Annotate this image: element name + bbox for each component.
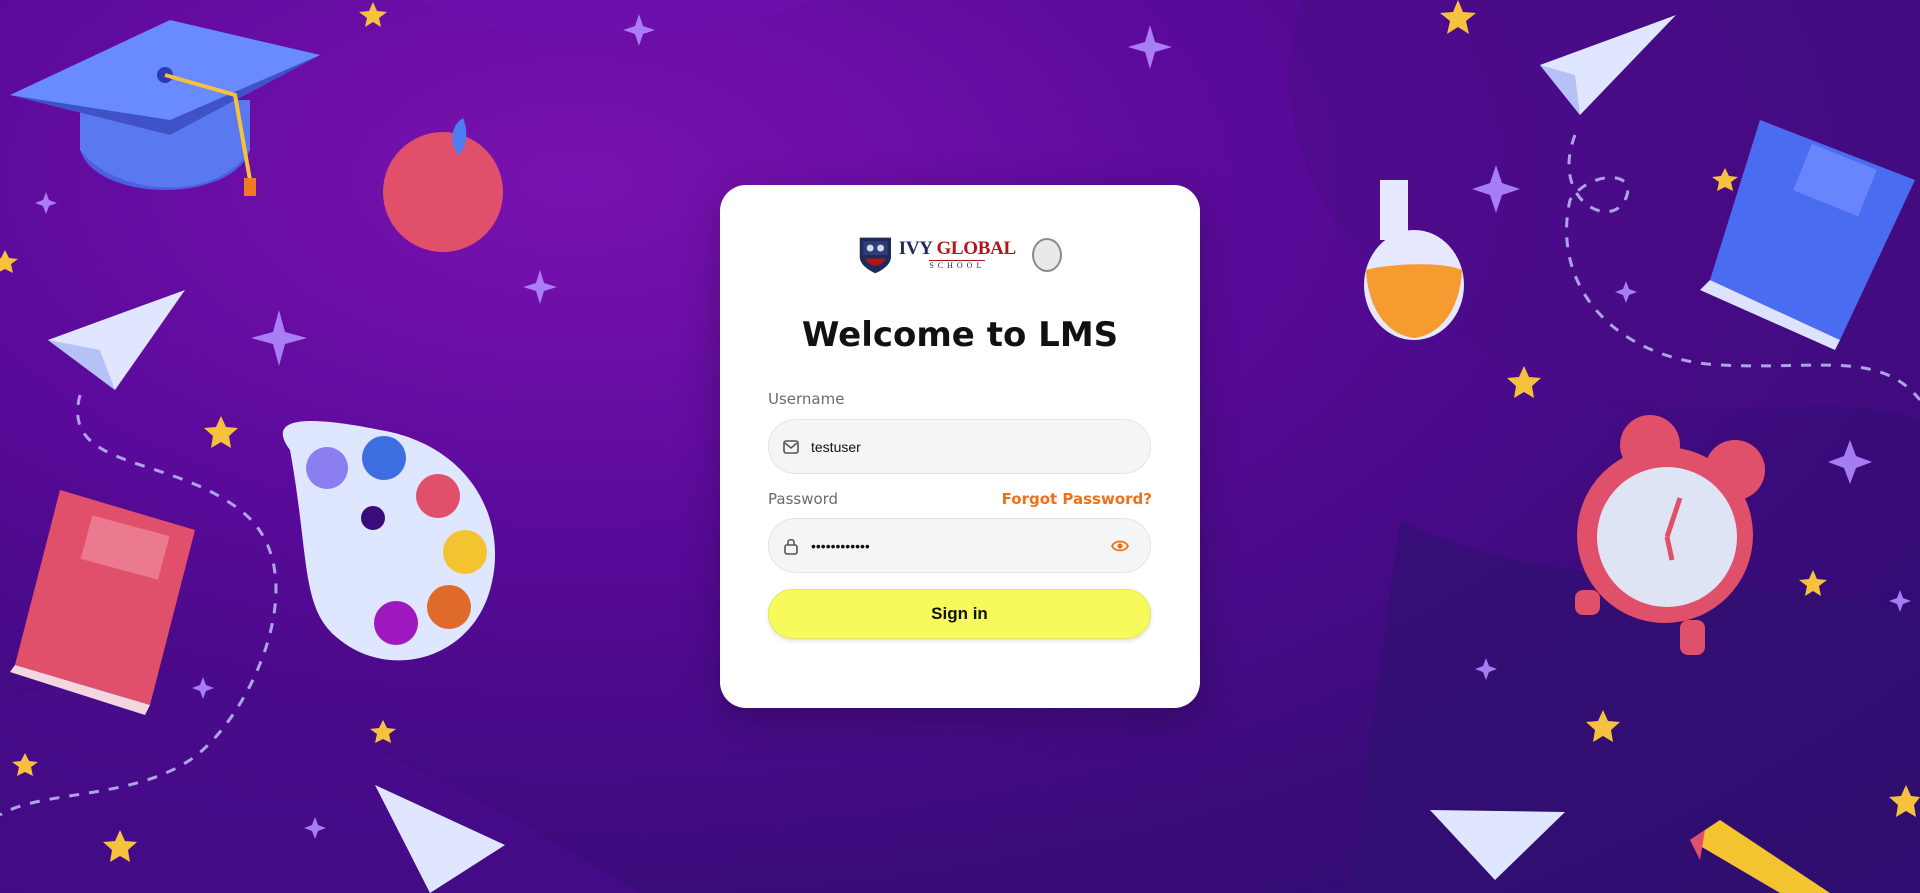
school-name-part2: GLOBAL	[936, 238, 1016, 259]
graduation-cap-icon	[10, 20, 320, 196]
login-card: IVY GLOBAL SCHOOL Welcome to LMS Usernam…	[720, 185, 1200, 708]
password-input[interactable]	[809, 536, 1110, 555]
username-input[interactable]	[809, 437, 1150, 456]
school-subtitle: SCHOOL	[929, 260, 986, 270]
password-label: Password	[768, 490, 839, 508]
book-icon-left	[10, 490, 195, 715]
paper-plane-icon	[48, 290, 185, 390]
school-logo: IVY GLOBAL SCHOOL	[858, 233, 1062, 277]
paint-palette-icon	[282, 421, 496, 661]
apple-icon	[383, 118, 503, 252]
shield-logo-icon	[859, 237, 892, 274]
accreditation-badge	[1031, 238, 1062, 272]
lock-icon	[784, 538, 798, 555]
school-name: IVY GLOBAL SCHOOL	[899, 239, 1016, 271]
password-field[interactable]	[768, 518, 1151, 573]
eye-icon[interactable]	[1110, 536, 1130, 556]
forgot-password-link[interactable]: Forgot Password?	[1002, 490, 1152, 508]
sign-in-button[interactable]: Sign in	[768, 589, 1151, 639]
page-title: Welcome to LMS	[801, 315, 1119, 355]
username-label: Username	[768, 390, 845, 408]
school-name-part1: IVY	[898, 238, 937, 259]
mail-icon	[783, 439, 799, 454]
username-field[interactable]	[768, 419, 1151, 474]
